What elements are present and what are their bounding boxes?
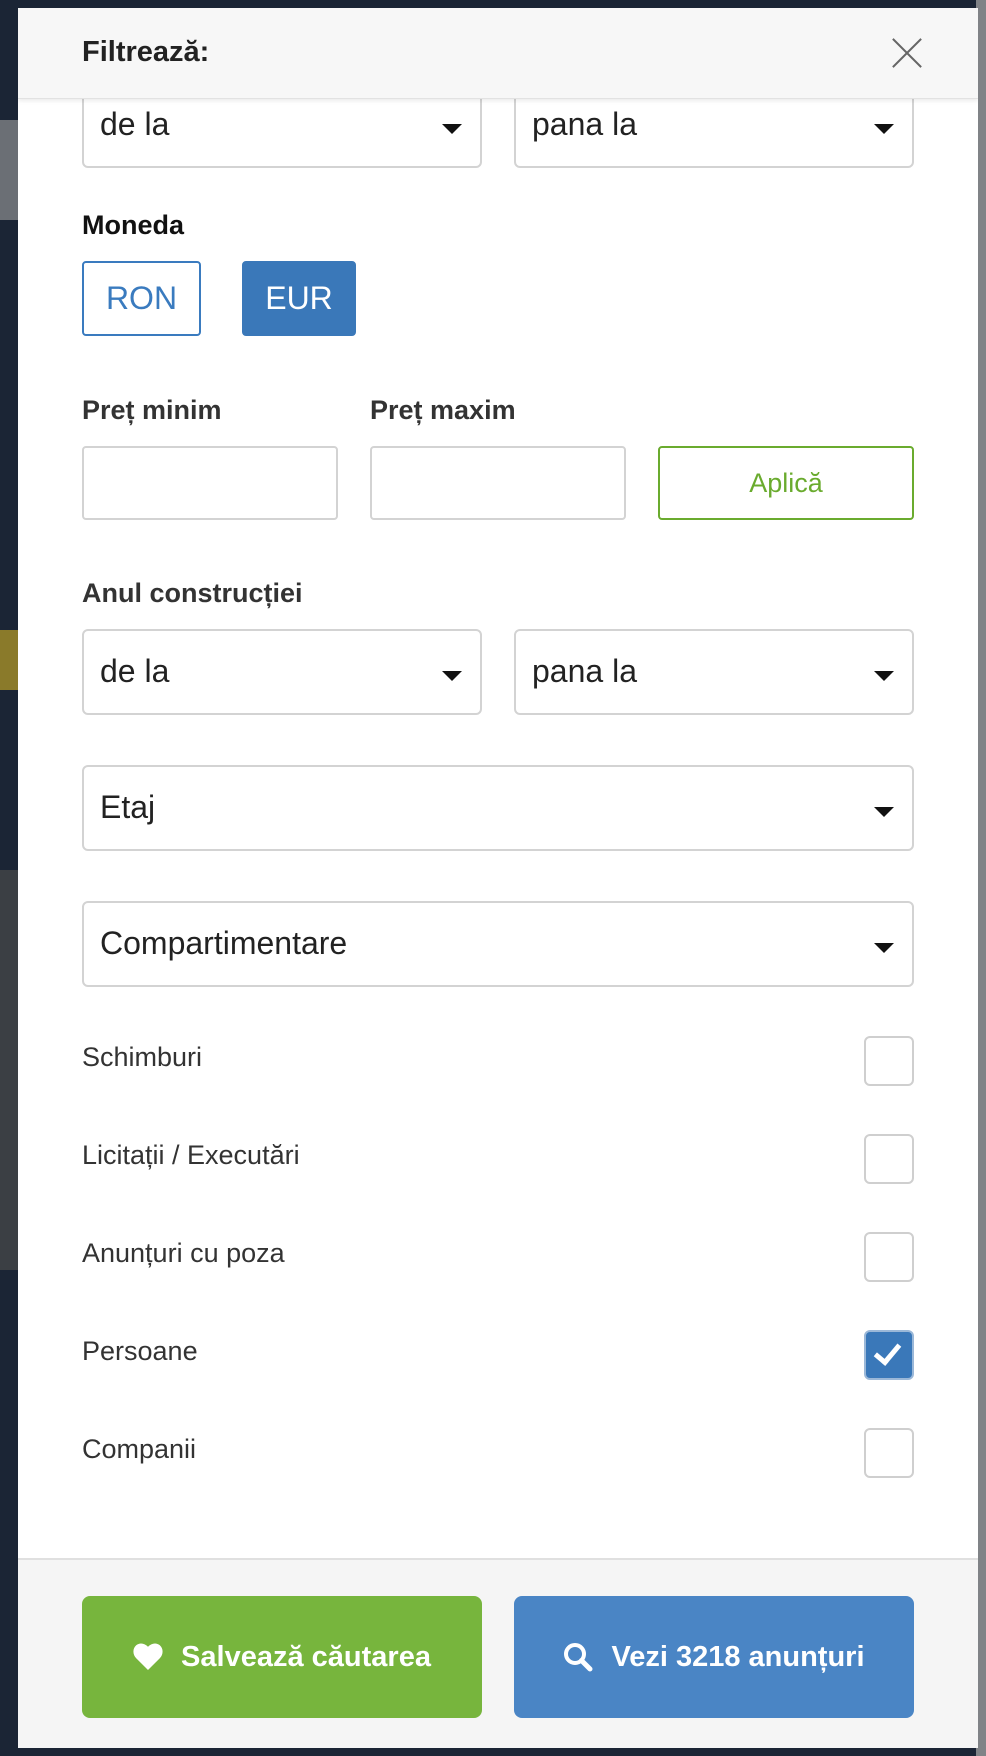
construction-year-from-select[interactable]: de la	[82, 629, 482, 715]
currency-eur-button[interactable]: EUR	[242, 261, 356, 336]
construction-year-label: Anul construcției	[82, 578, 303, 608]
price-max-label: Preț maxim	[370, 395, 516, 425]
price-min-label: Preț minim	[82, 395, 222, 425]
checkbox-label: Companii	[82, 1434, 197, 1464]
layout-type-select[interactable]: Compartimentare	[82, 901, 914, 987]
currency-ron-button[interactable]: RON	[82, 261, 201, 336]
caret-down-icon	[874, 943, 894, 953]
search-icon	[563, 1642, 593, 1672]
floor-value: Etaj	[100, 789, 156, 825]
companii-checkbox[interactable]	[864, 1428, 914, 1478]
checkbox-row-licitatii: Licitații / Executări	[82, 1134, 914, 1186]
checkbox-row-anunturi-poza: Anunțuri cu poza	[82, 1232, 914, 1284]
heart-icon	[133, 1643, 163, 1671]
filter-modal: Filtrează: de la pana la Moneda RON EUR …	[18, 8, 978, 1748]
construction-year-to-value: pana la	[532, 653, 637, 689]
close-icon[interactable]	[890, 36, 924, 70]
checkbox-row-persoane: Persoane	[82, 1330, 914, 1382]
checkmark-icon	[873, 1337, 902, 1366]
currency-label: Moneda	[82, 210, 185, 240]
caret-down-icon	[442, 124, 462, 134]
price-min-input[interactable]	[82, 446, 338, 520]
modal-footer: Salvează căutarea Vezi 3218 anunțuri	[18, 1558, 978, 1748]
price-max-input[interactable]	[370, 446, 626, 520]
checkbox-label: Anunțuri cu poza	[82, 1238, 285, 1268]
checkbox-label: Persoane	[82, 1336, 198, 1366]
view-results-button[interactable]: Vezi 3218 anunțuri	[514, 1596, 914, 1718]
caret-down-icon	[874, 807, 894, 817]
schimburi-checkbox[interactable]	[864, 1036, 914, 1086]
modal-title: Filtrează:	[82, 36, 210, 68]
checkbox-label: Licitații / Executări	[82, 1140, 300, 1170]
caret-down-icon	[442, 671, 462, 681]
caret-down-icon	[874, 124, 894, 134]
layout-type-value: Compartimentare	[100, 925, 348, 961]
modal-header: Filtrează:	[18, 8, 978, 99]
licitatii-checkbox[interactable]	[864, 1134, 914, 1184]
view-results-label: Vezi 3218 anunțuri	[611, 1640, 865, 1673]
checkbox-label: Schimburi	[82, 1042, 203, 1072]
save-search-label: Salvează căutarea	[181, 1640, 431, 1673]
persoane-checkbox[interactable]	[864, 1330, 914, 1380]
caret-down-icon	[874, 671, 894, 681]
checkbox-row-schimburi: Schimburi	[82, 1036, 914, 1088]
save-search-button[interactable]: Salvează căutarea	[82, 1596, 482, 1718]
anunturi-poza-checkbox[interactable]	[864, 1232, 914, 1282]
checkbox-row-companii: Companii	[82, 1428, 914, 1480]
surface-to-value: pana la	[532, 106, 637, 142]
apply-price-button[interactable]: Aplică	[658, 446, 914, 520]
floor-select[interactable]: Etaj	[82, 765, 914, 851]
surface-from-value: de la	[100, 106, 170, 142]
construction-year-from-value: de la	[100, 653, 170, 689]
construction-year-to-select[interactable]: pana la	[514, 629, 914, 715]
